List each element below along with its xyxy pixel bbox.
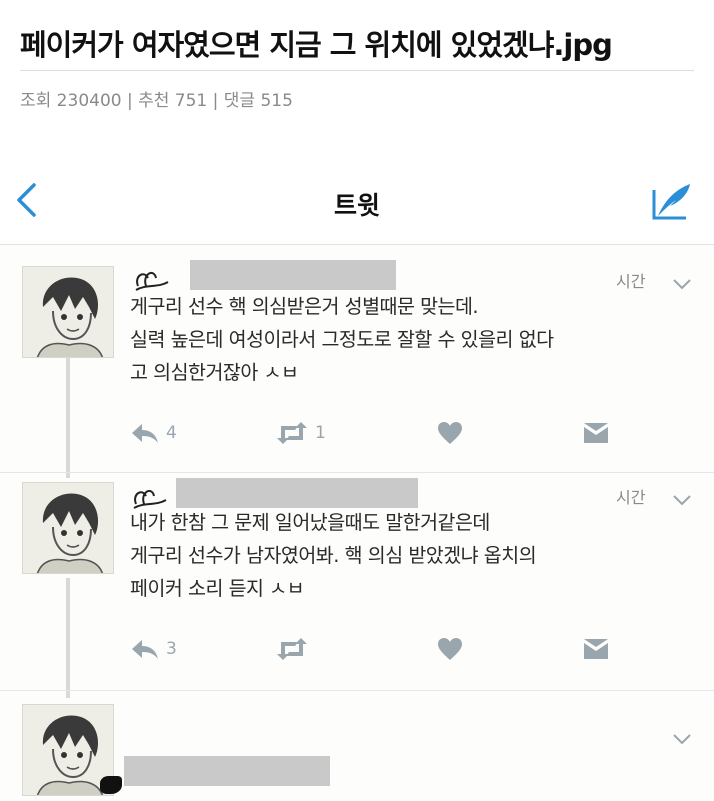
reply-count: 3 [166, 639, 177, 659]
message-button[interactable] [582, 634, 610, 664]
tweet-line: 고 의심한거잖아 ㅅㅂ [130, 361, 299, 384]
redacted-username [124, 756, 330, 786]
tweet-body: 내가 한참 그 문제 일어났을때도 말한거같은데 게구리 선수가 남자였어봐. … [130, 506, 700, 605]
redacted-username [176, 478, 418, 508]
reply-icon [132, 640, 158, 659]
message-button[interactable] [582, 418, 610, 448]
retweet-button[interactable] [275, 634, 315, 664]
tweet-divider [0, 690, 714, 691]
reply-button[interactable]: 4 [130, 418, 177, 448]
retweet-icon [277, 422, 307, 444]
tweet-line: 페이커 소리 듣지 ㅅㅂ [130, 577, 305, 600]
heart-icon [438, 422, 462, 444]
like-button[interactable] [437, 634, 463, 664]
divider [20, 70, 694, 71]
redaction-mark [100, 776, 122, 794]
reply-icon [132, 424, 158, 443]
post-header: 페이커가 여자였으면 지금 그 위치에 있었겠냐.jpg 조회 230400 |… [0, 0, 714, 120]
like-button[interactable] [437, 418, 463, 448]
tweet[interactable]: 시간 게구리 선수 핵 의심받은거 성별때문 맞는데. 실력 높은데 여성이라서… [0, 260, 714, 460]
post-meta: 조회 230400 | 추천 751 | 댓글 515 [20, 91, 293, 111]
retweet-button[interactable]: 1 [275, 418, 326, 448]
compose-icon[interactable] [650, 180, 694, 222]
retweet-icon [277, 638, 307, 660]
tweet-body: 게구리 선수 핵 의심받은거 성별때문 맞는데. 실력 높은데 여성이라서 그정… [130, 290, 700, 389]
post-title: 페이커가 여자였으면 지금 그 위치에 있었겠냐.jpg [20, 28, 613, 62]
avatar[interactable] [22, 266, 114, 358]
tweet[interactable] [0, 702, 714, 801]
tweet-actions: 3 [130, 634, 630, 664]
nav-title: 트윗 [333, 191, 380, 220]
tweet-time: 시간 [616, 488, 646, 507]
chevron-down-icon[interactable] [672, 491, 692, 506]
tweet-actions: 4 1 [130, 418, 630, 448]
tweet-time: 시간 [616, 272, 646, 291]
envelope-icon [584, 423, 608, 443]
reply-count: 4 [166, 423, 177, 443]
retweet-count: 1 [315, 423, 326, 443]
avatar[interactable] [22, 482, 114, 574]
heart-icon [438, 638, 462, 660]
tweet-line: 게구리 선수 핵 의심받은거 성별때문 맞는데. [130, 295, 479, 318]
tweet-line: 내가 한참 그 문제 일어났을때도 말한거같은데 [130, 511, 490, 534]
chevron-down-icon[interactable] [672, 275, 692, 290]
chevron-down-icon[interactable] [672, 730, 692, 745]
redacted-username [190, 260, 396, 290]
tweet-screenshot: 트윗 시간 게구리 선수 핵 의심받은거 성별때문 맞는데. 실력 높은데 여성… [0, 150, 714, 801]
tweet-line: 실력 높은데 여성이라서 그정도로 잘할 수 있을리 없다 [130, 328, 554, 351]
envelope-icon [584, 639, 608, 659]
twitter-nav-bar: 트윗 [0, 150, 714, 245]
reply-mark-icon [132, 260, 172, 292]
tweet[interactable]: 시간 내가 한참 그 문제 일어났을때도 말한거같은데 게구리 선수가 남자였어… [0, 478, 714, 678]
tweet-divider [0, 472, 714, 473]
reply-button[interactable]: 3 [130, 634, 177, 664]
tweet-line: 게구리 선수가 남자였어봐. 핵 의심 받았겠냐 옵치의 [130, 544, 537, 567]
